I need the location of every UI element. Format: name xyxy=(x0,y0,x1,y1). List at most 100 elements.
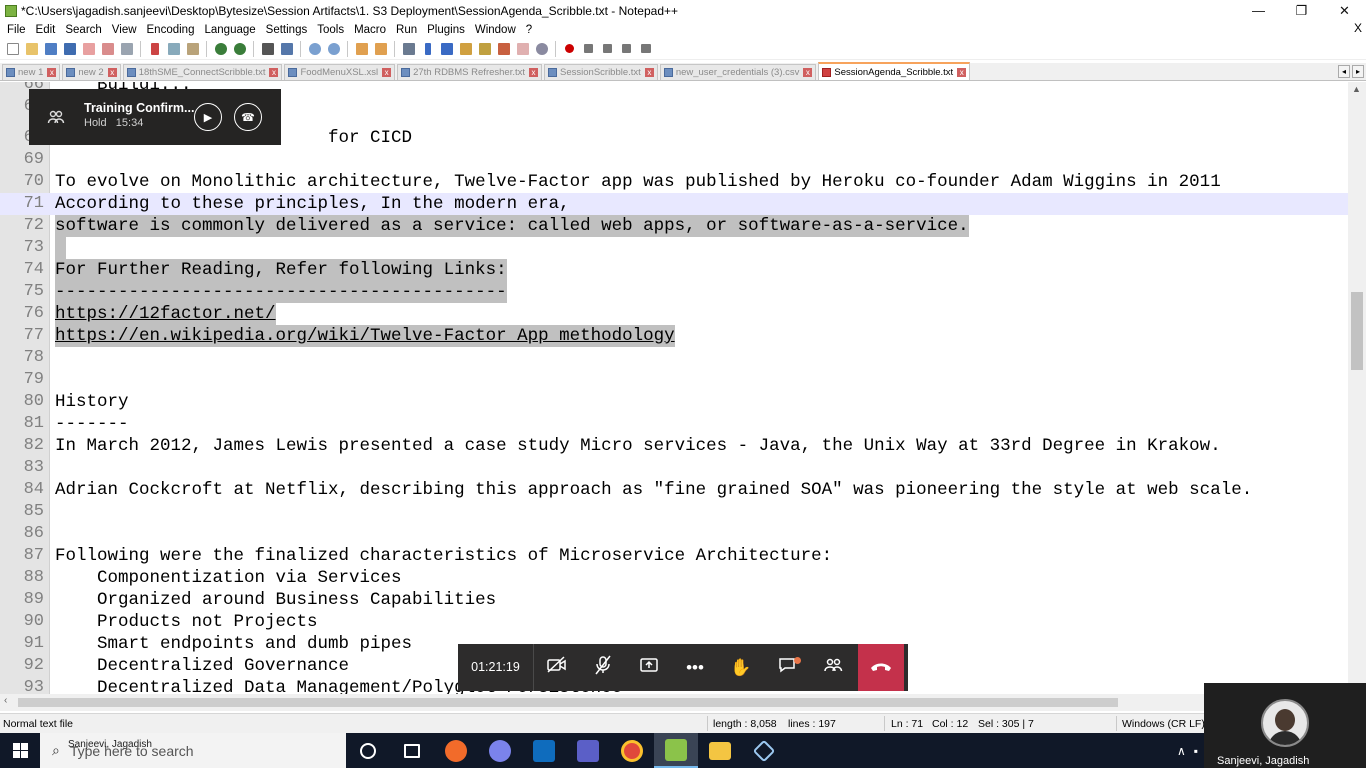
save-all-icon[interactable] xyxy=(61,40,78,57)
teams-icon[interactable] xyxy=(566,733,610,768)
all-chars-icon[interactable] xyxy=(419,40,436,57)
menu-help[interactable]: ? xyxy=(521,24,537,36)
copy-icon[interactable] xyxy=(165,40,182,57)
sync-h-icon[interactable] xyxy=(372,40,389,57)
url-link[interactable]: https://en.wikipedia.org/wiki/Twelve-Fac… xyxy=(55,325,675,347)
end-held-call-button[interactable]: ☎ xyxy=(234,103,262,131)
start-button[interactable] xyxy=(0,733,40,768)
print-icon[interactable] xyxy=(118,40,135,57)
close-all-icon[interactable] xyxy=(99,40,116,57)
mic-toggle-button[interactable] xyxy=(580,644,626,691)
function-list-icon[interactable] xyxy=(495,40,512,57)
tab-18thsme-connect-scribble[interactable]: 18thSME_ConnectScribble.txt x xyxy=(122,64,283,80)
share-screen-button[interactable] xyxy=(626,644,672,691)
indent-guide-icon[interactable] xyxy=(438,40,455,57)
tray-app-icon[interactable]: ▪ xyxy=(1194,744,1198,758)
task-view-icon[interactable] xyxy=(390,733,434,768)
scroll-up-arrow-icon[interactable]: ▲ xyxy=(1352,84,1361,94)
tab-new-user-credentials[interactable]: new_user_credentials (3).csv x xyxy=(659,64,817,80)
outlook-icon[interactable] xyxy=(522,733,566,768)
save-macro-icon[interactable] xyxy=(637,40,654,57)
doc-map-icon[interactable] xyxy=(476,40,493,57)
more-actions-button[interactable]: ••• xyxy=(672,644,718,691)
notepadpp-app-icon[interactable] xyxy=(5,4,17,17)
menu-tools[interactable]: Tools xyxy=(312,24,349,36)
menu-language[interactable]: Language xyxy=(199,24,260,36)
zoom-out-icon[interactable] xyxy=(325,40,342,57)
camera-toggle-button[interactable] xyxy=(534,644,580,691)
new-file-icon[interactable] xyxy=(4,40,21,57)
tab-close-icon[interactable]: x xyxy=(107,68,117,77)
firefox-nightly-icon[interactable] xyxy=(434,733,478,768)
menu-run[interactable]: Run xyxy=(391,24,422,36)
file-explorer-icon[interactable] xyxy=(698,733,742,768)
tab-close-icon[interactable]: x xyxy=(529,68,539,77)
find-icon[interactable] xyxy=(259,40,276,57)
vertical-scroll-thumb[interactable] xyxy=(1351,292,1363,370)
leave-call-button[interactable] xyxy=(858,644,904,691)
tab-close-icon[interactable]: x xyxy=(957,67,967,77)
zoom-in-icon[interactable] xyxy=(306,40,323,57)
3d-viewer-icon[interactable] xyxy=(742,733,786,768)
tab-scroll-left-button[interactable]: ◂ xyxy=(1338,65,1350,78)
raise-hand-button[interactable]: ✋ xyxy=(718,644,764,691)
maximize-button[interactable]: ❐ xyxy=(1280,0,1323,21)
tab-close-icon[interactable]: x xyxy=(803,68,813,77)
tab-close-icon[interactable]: x xyxy=(382,68,392,77)
chat-button[interactable] xyxy=(764,644,810,691)
open-file-icon[interactable] xyxy=(23,40,40,57)
redo-icon[interactable] xyxy=(231,40,248,57)
close-window-button[interactable]: ✕ xyxy=(1323,0,1366,21)
cut-icon[interactable] xyxy=(146,40,163,57)
chevron-up-icon[interactable]: ∧ xyxy=(1177,744,1186,758)
run-macro-icon[interactable] xyxy=(618,40,635,57)
menu-window[interactable]: Window xyxy=(470,24,521,36)
notepadpp-taskbar-icon[interactable] xyxy=(654,733,698,768)
menu-encoding[interactable]: Encoding xyxy=(142,24,200,36)
menu-edit[interactable]: Edit xyxy=(31,24,61,36)
minimize-button[interactable]: — xyxy=(1237,0,1280,21)
tab-close-icon[interactable]: x xyxy=(644,68,654,77)
udl-icon[interactable] xyxy=(457,40,474,57)
menu-view[interactable]: View xyxy=(107,24,142,36)
menu-settings[interactable]: Settings xyxy=(261,24,313,36)
tab-scroll-right-button[interactable]: ▸ xyxy=(1352,65,1364,78)
menu-search[interactable]: Search xyxy=(60,24,106,36)
play-macro-icon[interactable] xyxy=(599,40,616,57)
undo-icon[interactable] xyxy=(212,40,229,57)
tab-new-1[interactable]: new 1 x xyxy=(2,64,61,80)
self-video-tile[interactable]: Sanjeevi, Jagadish xyxy=(1204,683,1366,768)
participants-button[interactable] xyxy=(810,644,856,691)
replace-icon[interactable] xyxy=(278,40,295,57)
onenote-like-icon[interactable] xyxy=(478,733,522,768)
scroll-left-arrow-icon[interactable]: ‹ xyxy=(4,695,7,706)
menu-macro[interactable]: Macro xyxy=(349,24,391,36)
cortana-icon[interactable] xyxy=(346,733,390,768)
stop-macro-icon[interactable] xyxy=(580,40,597,57)
close-document-button[interactable]: X xyxy=(1354,21,1362,35)
wrap-icon[interactable] xyxy=(400,40,417,57)
menu-plugins[interactable]: Plugins xyxy=(422,24,470,36)
resume-call-button[interactable]: ▶ xyxy=(194,103,222,131)
horizontal-scroll-thumb[interactable] xyxy=(18,698,1118,707)
tab-new-2[interactable]: new 2 x xyxy=(62,64,121,80)
text-editor[interactable]: 66 Buildi... 67 68 for CICD 69 70 To evo… xyxy=(0,82,1348,694)
chrome-icon[interactable] xyxy=(610,733,654,768)
tab-close-icon[interactable]: x xyxy=(269,68,279,77)
close-icon[interactable] xyxy=(80,40,97,57)
monitor-icon[interactable] xyxy=(533,40,550,57)
url-link[interactable]: https://12factor.net/ xyxy=(55,303,276,325)
menu-file[interactable]: File xyxy=(2,24,31,36)
tab-close-icon[interactable]: x xyxy=(47,68,57,77)
tab-session-agenda-scribble[interactable]: SessionAgenda_Scribble.txt x xyxy=(818,62,971,80)
taskbar-search-box[interactable]: ⌕ Type here to search Sanjeevi, Jagadish xyxy=(40,733,346,768)
horizontal-scrollbar[interactable]: ‹ xyxy=(0,694,1204,711)
tab-session-scribble[interactable]: SessionScribble.txt x xyxy=(544,64,658,80)
sync-v-icon[interactable] xyxy=(353,40,370,57)
paste-icon[interactable] xyxy=(184,40,201,57)
folder-workspace-icon[interactable] xyxy=(514,40,531,57)
save-icon[interactable] xyxy=(42,40,59,57)
vertical-scrollbar[interactable]: ▲ xyxy=(1348,82,1366,694)
tab-27th-rdbms-refresher[interactable]: 27th RDBMS Refresher.txt x xyxy=(397,64,543,80)
tab-foodmenu-xsl[interactable]: FoodMenuXSL.xsl x xyxy=(284,64,396,80)
